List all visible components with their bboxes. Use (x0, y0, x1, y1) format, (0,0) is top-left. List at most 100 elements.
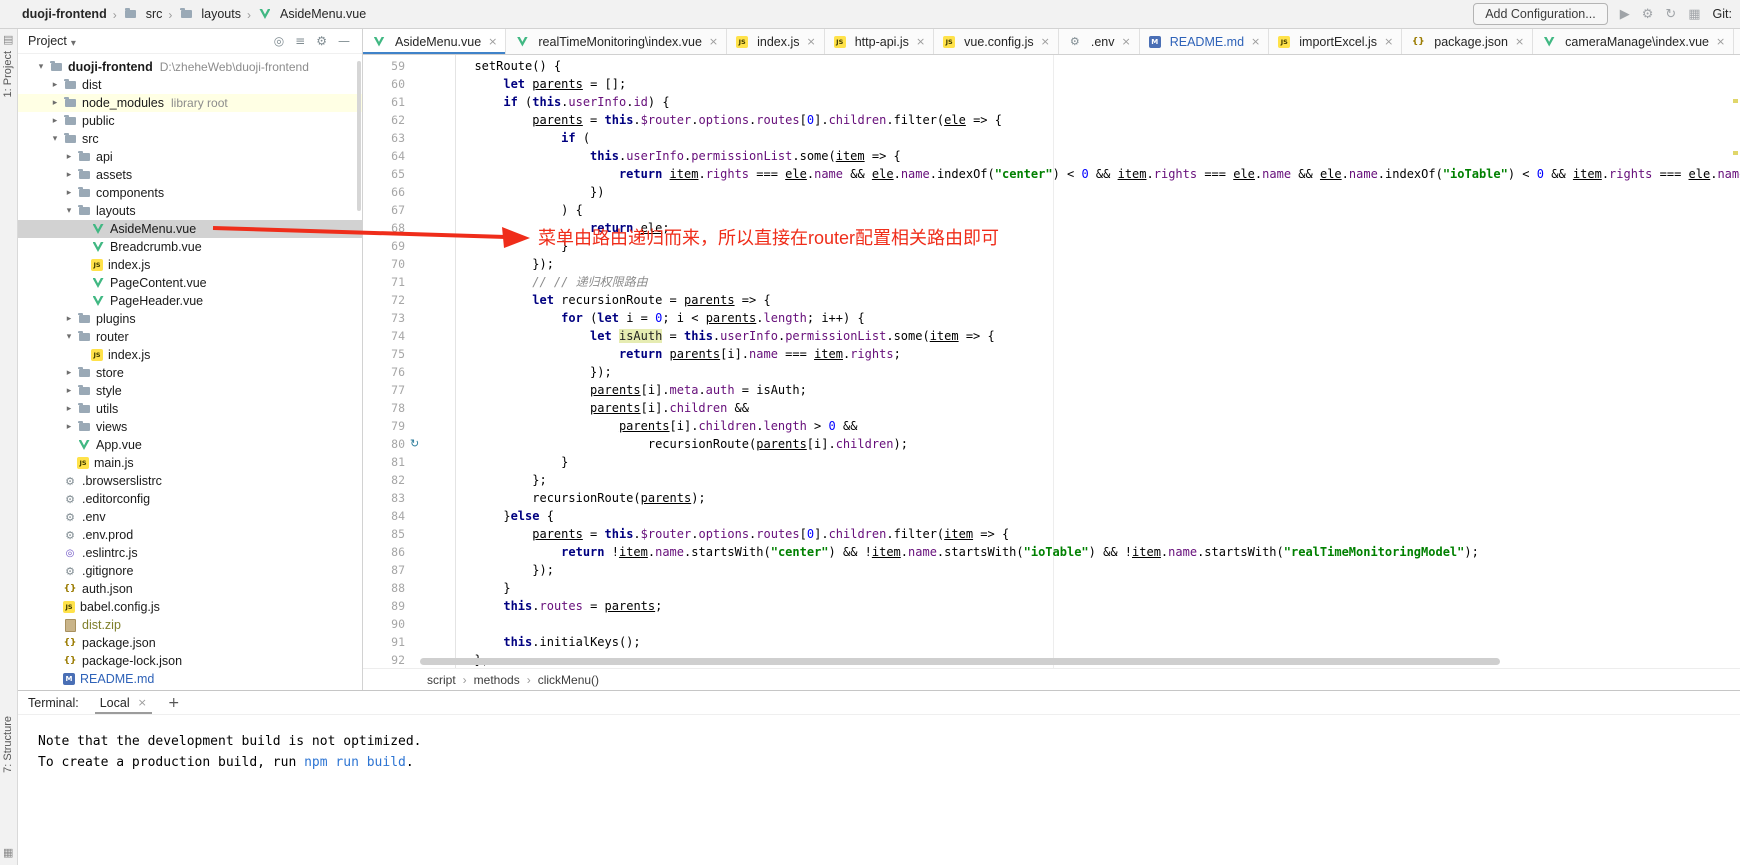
close-icon[interactable] (916, 35, 925, 48)
tree-item[interactable]: .browserslistrc (18, 472, 362, 490)
line-number[interactable]: 79 (363, 417, 405, 435)
line-number[interactable]: 65 (363, 165, 405, 183)
code-line[interactable]: 72 let recursionRoute = parents => { (363, 291, 1740, 309)
close-icon[interactable] (1716, 35, 1725, 48)
chevron-right-icon[interactable] (48, 116, 62, 126)
code-line[interactable]: 89 this.routes = parents; (363, 597, 1740, 615)
tree-item[interactable]: package.json (18, 634, 362, 652)
chevron-down-icon[interactable] (34, 62, 48, 72)
tree-item[interactable]: router (18, 328, 362, 346)
tree-item[interactable]: PageHeader.vue (18, 292, 362, 310)
sync-icon[interactable] (1665, 7, 1676, 22)
editor-tab[interactable]: http-api.js (825, 29, 934, 54)
line-number[interactable]: 60 (363, 75, 405, 93)
add-configuration-button[interactable]: Add Configuration... (1473, 3, 1608, 25)
code-line[interactable]: 75 return parents[i].name === item.right… (363, 345, 1740, 363)
line-number[interactable]: 59 (363, 57, 405, 75)
line-number[interactable]: 83 (363, 489, 405, 507)
editor-tab[interactable]: package.json (1402, 29, 1533, 54)
code-area[interactable]: 59 setRoute() {60 let parents = [];61 if… (363, 57, 1740, 668)
gear-icon[interactable] (316, 34, 327, 48)
tree-item[interactable]: api (18, 148, 362, 166)
line-number[interactable]: 76 (363, 363, 405, 381)
code-line[interactable]: 66 }) (363, 183, 1740, 201)
chevron-right-icon[interactable] (62, 368, 76, 378)
line-number[interactable]: 84 (363, 507, 405, 525)
tree-item[interactable]: assets (18, 166, 362, 184)
close-icon[interactable] (488, 35, 497, 48)
line-number[interactable]: 78 (363, 399, 405, 417)
tree-item[interactable]: babel.config.js (18, 598, 362, 616)
code-line[interactable]: 82 }; (363, 471, 1740, 489)
tree-item[interactable]: node_moduleslibrary root (18, 94, 362, 112)
chevron-right-icon[interactable] (62, 188, 76, 198)
close-icon[interactable] (138, 696, 147, 709)
code-line[interactable]: 81 } (363, 453, 1740, 471)
tree-item[interactable]: package-lock.json (18, 652, 362, 670)
tree-item[interactable]: src (18, 130, 362, 148)
code-line[interactable]: 90 (363, 615, 1740, 633)
code-line[interactable]: 59 setRoute() { (363, 57, 1740, 75)
code-line[interactable]: 70 }); (363, 255, 1740, 273)
new-terminal-icon[interactable] (168, 695, 180, 711)
breadcrumb-item[interactable]: src (123, 7, 163, 21)
code-line[interactable]: 60 let parents = []; (363, 75, 1740, 93)
chevron-right-icon[interactable] (62, 422, 76, 432)
tree-item[interactable]: plugins (18, 310, 362, 328)
editor-tab[interactable]: .env (1059, 29, 1140, 54)
chevron-right-icon[interactable] (48, 98, 62, 108)
editor-tab[interactable]: README.md (1140, 29, 1270, 54)
stripe-project-button[interactable]: 1: Project (2, 51, 14, 97)
tree-item[interactable]: index.js (18, 256, 362, 274)
editor-tab[interactable]: vue.config.js (934, 29, 1059, 54)
tree-item[interactable]: style (18, 382, 362, 400)
tree-item[interactable]: README.md (18, 670, 362, 688)
tree-item[interactable]: store (18, 364, 362, 382)
tree-item[interactable]: layouts (18, 202, 362, 220)
code-line[interactable]: 62 parents = this.$router.options.routes… (363, 111, 1740, 129)
tree-item[interactable]: AsideMenu.vue (18, 220, 362, 238)
line-number[interactable]: 80 (363, 435, 405, 453)
code-line[interactable]: 77 parents[i].meta.auth = isAuth; (363, 381, 1740, 399)
breadcrumb-item[interactable]: layouts (178, 7, 241, 21)
line-number[interactable]: 70 (363, 255, 405, 273)
tree-item[interactable]: main.js (18, 454, 362, 472)
chevron-right-icon[interactable] (62, 170, 76, 180)
horizontal-scrollbar[interactable] (420, 658, 1500, 665)
close-icon[interactable] (1515, 35, 1524, 48)
editor-body[interactable]: 59 setRoute() {60 let parents = [];61 if… (363, 55, 1740, 668)
editor-tab[interactable]: index.js (727, 29, 825, 54)
code-line[interactable]: 69 } (363, 237, 1740, 255)
tree-item[interactable]: App.vue (18, 436, 362, 454)
line-number[interactable]: 87 (363, 561, 405, 579)
tree-item[interactable]: duoji-frontendD:\zheheWeb\duoji-frontend (18, 58, 362, 76)
tree-item[interactable]: Breadcrumb.vue (18, 238, 362, 256)
line-number[interactable]: 66 (363, 183, 405, 201)
chevron-right-icon[interactable] (62, 404, 76, 414)
editor-tab[interactable]: importExcel.js (1269, 29, 1402, 54)
line-number[interactable]: 77 (363, 381, 405, 399)
chevron-right-icon[interactable] (48, 80, 62, 90)
grid-icon[interactable] (1688, 7, 1700, 22)
tree-item[interactable]: views (18, 418, 362, 436)
line-number[interactable]: 75 (363, 345, 405, 363)
chevron-down-icon[interactable] (62, 206, 76, 216)
tree-item[interactable]: index.js (18, 346, 362, 364)
close-icon[interactable] (807, 35, 816, 48)
code-line[interactable]: 83 recursionRoute(parents); (363, 489, 1740, 507)
code-line[interactable]: 71 // // 递归权限路由 (363, 273, 1740, 291)
code-line[interactable]: 65 return item.rights === ele.name && el… (363, 165, 1740, 183)
close-icon[interactable] (709, 35, 718, 48)
tree-item[interactable]: PageContent.vue (18, 274, 362, 292)
project-panel-title[interactable]: Project (28, 34, 67, 48)
code-line[interactable]: 88 } (363, 579, 1740, 597)
favorites-icon[interactable]: ▦ (3, 846, 13, 859)
line-number[interactable]: 90 (363, 615, 405, 633)
line-number[interactable]: 91 (363, 633, 405, 651)
line-number[interactable]: 63 (363, 129, 405, 147)
line-number[interactable]: 82 (363, 471, 405, 489)
close-icon[interactable] (1041, 35, 1050, 48)
tree-item[interactable]: auth.json (18, 580, 362, 598)
editor-tab[interactable]: cameraManage\index.vue (1533, 29, 1734, 54)
code-line[interactable]: 73 for (let i = 0; i < parents.length; i… (363, 309, 1740, 327)
